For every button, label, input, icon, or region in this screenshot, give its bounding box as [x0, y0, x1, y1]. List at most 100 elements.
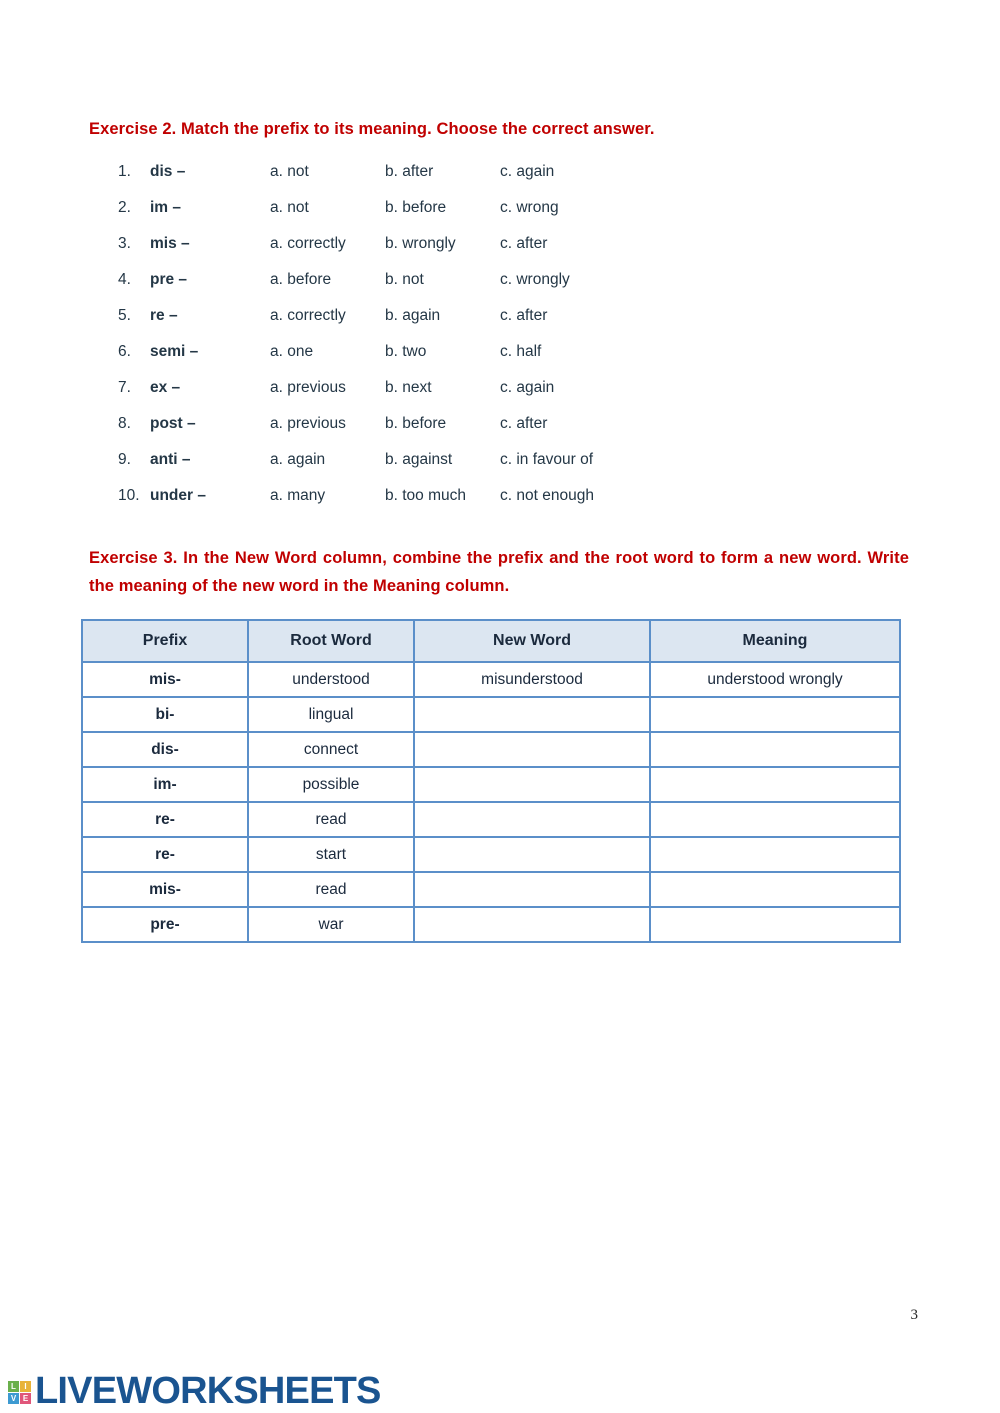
question-row: 10. under – a. many b. too much c. not enoug… — [118, 487, 818, 523]
option-c[interactable]: c. wrong — [500, 199, 559, 217]
cell-meaning[interactable] — [649, 801, 901, 838]
question-number: 3. — [118, 235, 131, 252]
question-number: 8. — [118, 415, 131, 432]
option-c[interactable]: c. after — [500, 235, 547, 253]
option-a[interactable]: a. not — [270, 199, 309, 217]
question-number: 5. — [118, 307, 131, 324]
question-prefix: pre – — [150, 271, 188, 288]
question-number: 2. — [118, 199, 131, 216]
cell-root-word: possible — [247, 766, 415, 803]
table-row: re-start — [81, 836, 901, 873]
cell-prefix: bi- — [81, 696, 249, 733]
exercise-3-heading: Exercise 3. In the New Word column, comb… — [89, 544, 909, 600]
logo-square-i: I — [20, 1380, 31, 1392]
cell-meaning[interactable] — [649, 731, 901, 768]
page-number: 3 — [910, 1307, 919, 1323]
question-prefix: mis – — [150, 235, 190, 252]
logo-square-e: E — [20, 1392, 31, 1404]
question-number: 1. — [118, 163, 131, 180]
option-a[interactable]: a. one — [270, 343, 313, 361]
cell-prefix: re- — [81, 801, 249, 838]
option-c[interactable]: c. after — [500, 307, 547, 325]
cell-root-word: war — [247, 906, 415, 943]
option-c[interactable]: c. not enough — [500, 487, 594, 505]
question-prefix: under – — [150, 487, 206, 504]
logo-square-v: V — [8, 1392, 19, 1404]
option-b[interactable]: b. next — [385, 379, 432, 397]
question-prefix: semi – — [150, 343, 199, 360]
question-row: 3. mis – a. correctly b. wrongly c. after — [118, 235, 818, 271]
cell-meaning[interactable] — [649, 766, 901, 803]
question-prefix: post – — [150, 415, 196, 432]
option-c[interactable]: c. half — [500, 343, 541, 361]
option-a[interactable]: a. previous — [270, 379, 346, 397]
question-number: 4. — [118, 271, 131, 288]
option-a[interactable]: a. correctly — [270, 235, 346, 253]
option-a[interactable]: a. not — [270, 163, 309, 181]
option-c[interactable]: c. after — [500, 415, 547, 433]
cell-meaning[interactable] — [649, 836, 901, 873]
option-b[interactable]: b. against — [385, 451, 452, 469]
exercise-2-question-list: 1. dis – a. not b. after c. again 2. im – a. no… — [118, 163, 818, 523]
option-b[interactable]: b. before — [385, 415, 446, 433]
cell-prefix: dis- — [81, 731, 249, 768]
cell-root-word: read — [247, 871, 415, 908]
option-b[interactable]: b. wrongly — [385, 235, 456, 253]
table-row: mis-read — [81, 871, 901, 908]
cell-new-word[interactable] — [413, 836, 651, 873]
option-a[interactable]: a. correctly — [270, 307, 346, 325]
question-prefix: dis – — [150, 163, 186, 180]
logo-square-l: L — [8, 1380, 19, 1392]
option-c[interactable]: c. in favour of — [500, 451, 593, 469]
option-a[interactable]: a. before — [270, 271, 331, 289]
cell-new-word[interactable]: misunderstood — [413, 661, 651, 698]
liveworksheets-logo-text: LIVEWORKSHEETS — [35, 1370, 381, 1412]
cell-new-word[interactable] — [413, 731, 651, 768]
worksheet-page: Exercise 2. Match the prefix to its mean… — [0, 0, 1000, 1413]
cell-meaning[interactable] — [649, 871, 901, 908]
question-row: 4. pre – a. before b. not c. wrongly — [118, 271, 818, 307]
question-row: 5. re – a. correctly b. again c. after — [118, 307, 818, 343]
liveworksheets-logo: L I V E LIVEWORKSHEETS — [8, 1372, 381, 1410]
option-a[interactable]: a. many — [270, 487, 325, 505]
cell-root-word: understood — [247, 661, 415, 698]
table-header: Prefix Root Word New Word Meaning — [81, 619, 901, 663]
cell-meaning[interactable] — [649, 906, 901, 943]
cell-meaning[interactable] — [649, 696, 901, 733]
question-number: 10. — [118, 487, 140, 504]
option-a[interactable]: a. again — [270, 451, 325, 469]
question-row: 2. im – a. not b. before c. wrong — [118, 199, 818, 235]
cell-root-word: read — [247, 801, 415, 838]
option-c[interactable]: c. again — [500, 163, 554, 181]
table-body: mis-understood misunderstood understood wr… — [81, 661, 901, 943]
cell-new-word[interactable] — [413, 696, 651, 733]
option-b[interactable]: b. not — [385, 271, 424, 289]
option-c[interactable]: c. again — [500, 379, 554, 397]
exercise-3-heading-text: Exercise 3. In the New Word column, comb… — [89, 549, 909, 595]
cell-meaning[interactable]: understood wrongly — [649, 661, 901, 698]
cell-prefix: pre- — [81, 906, 249, 943]
cell-root-word: connect — [247, 731, 415, 768]
table-row: bi-lingual — [81, 696, 901, 733]
table-column-header: Prefix — [81, 619, 249, 663]
table-column-header: Meaning — [649, 619, 901, 663]
cell-root-word: start — [247, 836, 415, 873]
question-number: 6. — [118, 343, 131, 360]
table-header-row: Prefix Root Word New Word Meaning — [81, 619, 901, 663]
option-b[interactable]: b. again — [385, 307, 440, 325]
cell-new-word[interactable] — [413, 766, 651, 803]
option-b[interactable]: b. before — [385, 199, 446, 217]
option-a[interactable]: a. previous — [270, 415, 346, 433]
option-b[interactable]: b. too much — [385, 487, 466, 505]
table-column-header: New Word — [413, 619, 651, 663]
option-c[interactable]: c. wrongly — [500, 271, 570, 289]
cell-new-word[interactable] — [413, 801, 651, 838]
option-b[interactable]: b. after — [385, 163, 433, 181]
cell-new-word[interactable] — [413, 906, 651, 943]
option-b[interactable]: b. two — [385, 343, 426, 361]
table-row: im-possible — [81, 766, 901, 803]
table-row: dis-connect — [81, 731, 901, 768]
cell-prefix: im- — [81, 766, 249, 803]
question-row: 1. dis – a. not b. after c. again — [118, 163, 818, 199]
cell-new-word[interactable] — [413, 871, 651, 908]
